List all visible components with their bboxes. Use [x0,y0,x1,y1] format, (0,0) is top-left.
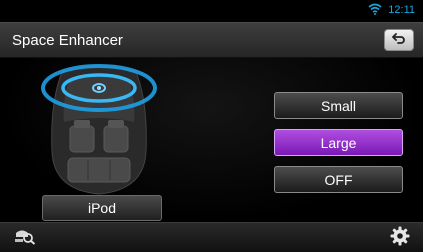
source-text: iPod [87,200,117,216]
small-label: Small [320,97,356,114]
search-sound-icon [13,227,37,250]
off-button[interactable]: OFF [274,166,403,193]
small-button[interactable]: Small [274,92,403,119]
page-title: Space Enhancer [12,32,123,49]
large-label: Large [320,134,357,151]
back-button[interactable] [384,29,414,51]
status-area: 12:11 [368,3,415,17]
car-interior-icon [24,62,174,198]
source-label: iPod [42,195,162,221]
bottom-bar [0,222,423,252]
off-label: OFF [324,171,353,188]
large-button[interactable]: Large [274,129,403,156]
settings-button[interactable] [385,226,415,250]
sound-search-button[interactable] [8,226,42,250]
clock: 12:11 [388,4,415,16]
status-bar: 12:11 [0,0,423,20]
gear-icon [390,226,410,251]
back-arrow-icon [392,31,406,49]
title-bar: Space Enhancer [0,22,423,58]
wifi-icon [368,3,382,18]
